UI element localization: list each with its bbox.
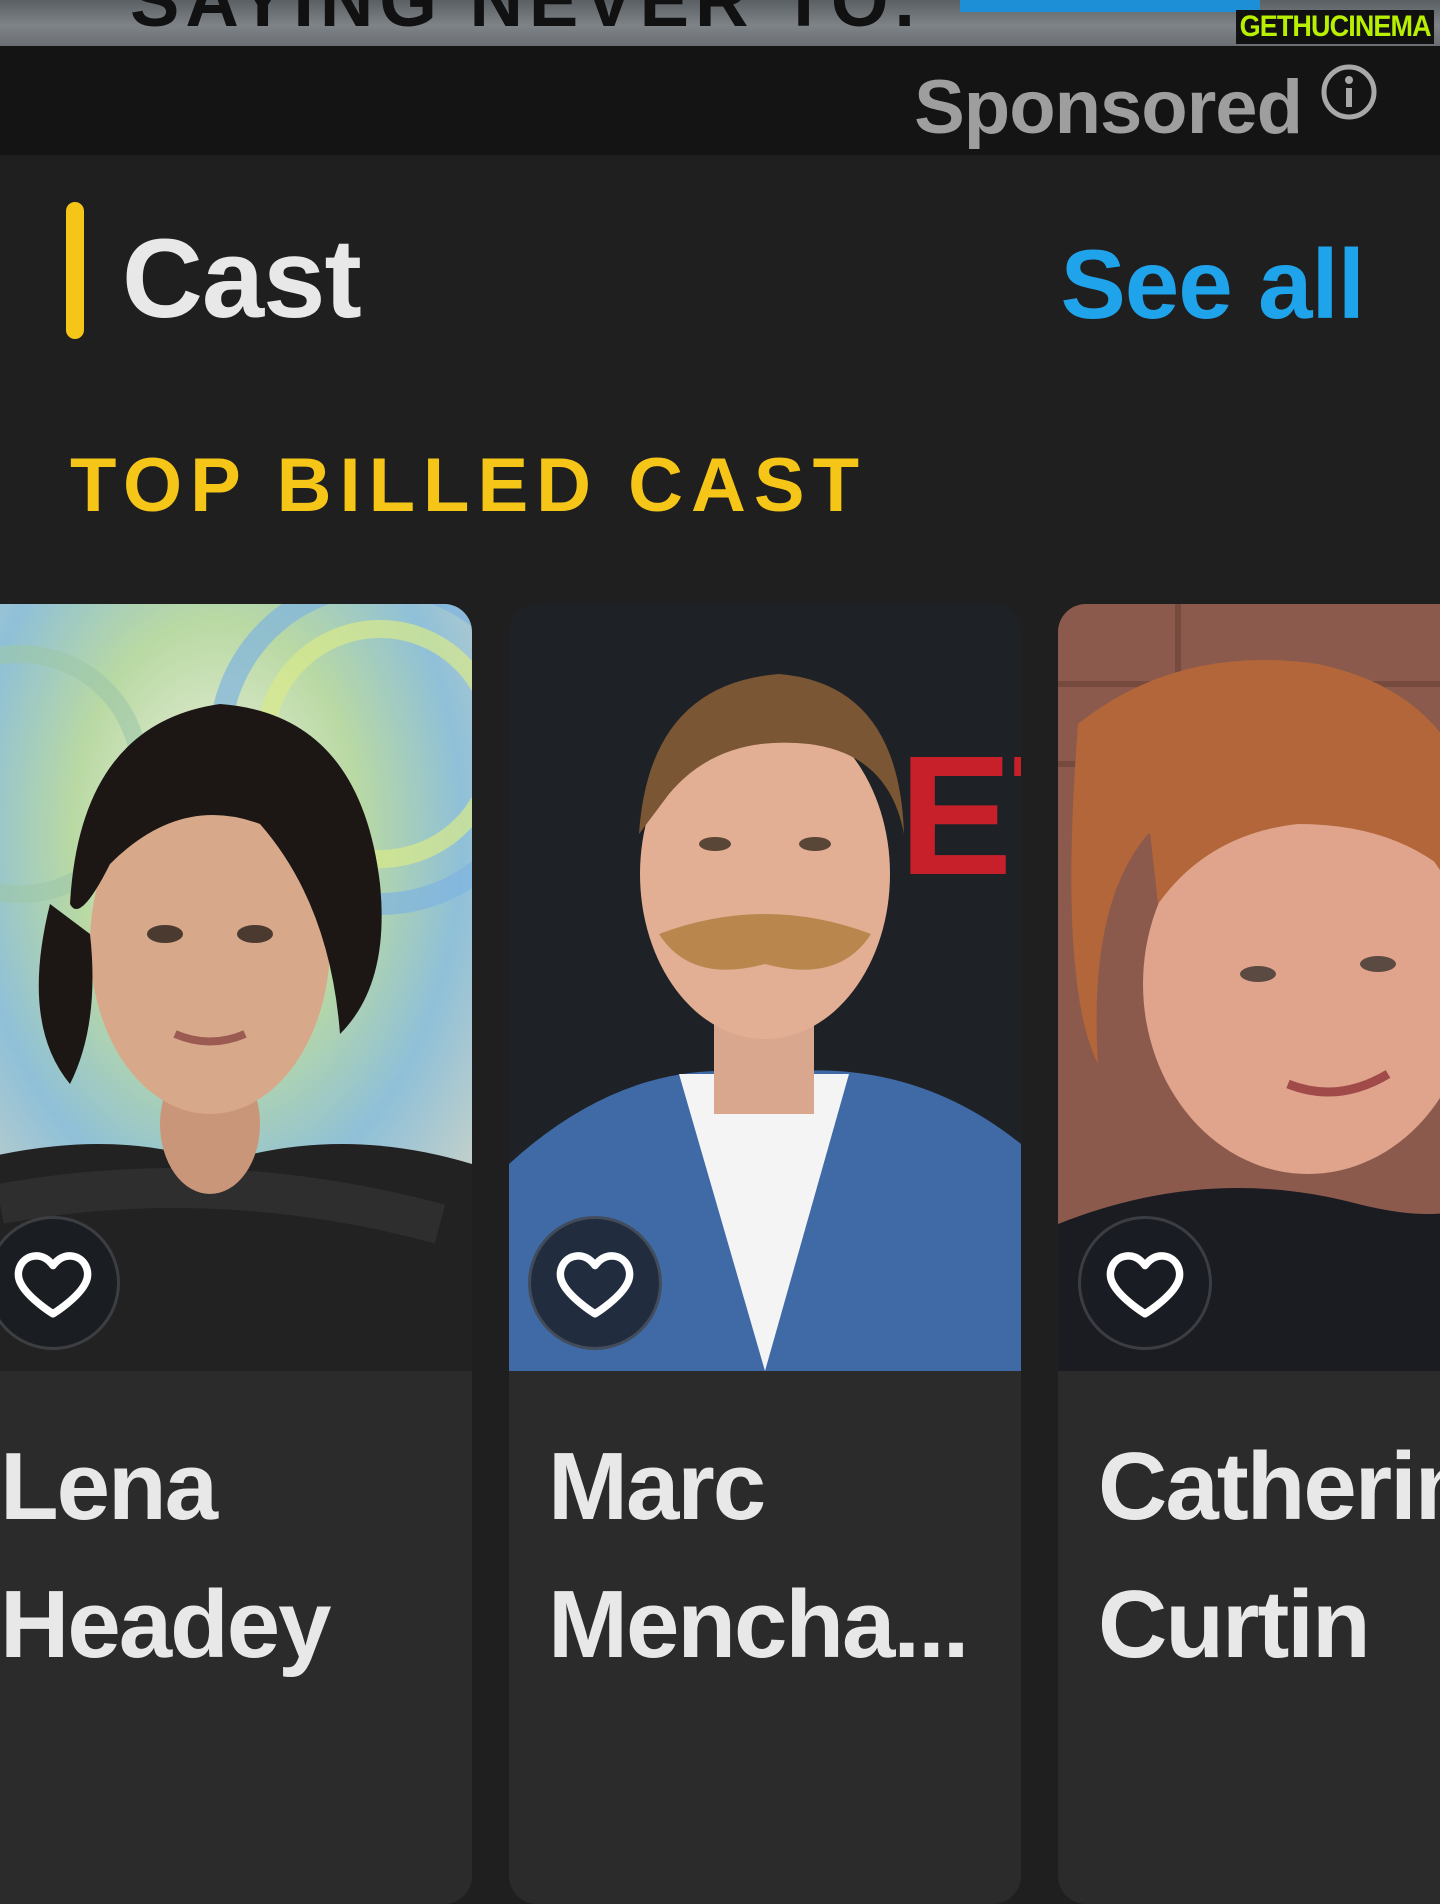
cast-name[interactable]: Lena Headey bbox=[0, 1418, 332, 1694]
cast-first-name: Marc bbox=[548, 1433, 766, 1540]
ad-banner-text: SAYING NEVER TO. bbox=[130, 0, 921, 42]
sponsored-label: Sponsored bbox=[914, 65, 1303, 150]
heart-outline-icon bbox=[556, 1252, 634, 1318]
info-icon[interactable] bbox=[1320, 63, 1378, 121]
favorite-button[interactable] bbox=[528, 1216, 662, 1350]
cast-last-name: Curtin bbox=[1098, 1571, 1371, 1678]
cast-last-name: Mencha... bbox=[548, 1571, 969, 1678]
cast-last-name: Headey bbox=[0, 1571, 332, 1678]
cast-card[interactable]: Lena Headey bbox=[0, 604, 472, 1904]
favorite-button[interactable] bbox=[1078, 1216, 1212, 1350]
svg-text:ET: ET bbox=[899, 721, 1021, 911]
section-accent-bar bbox=[66, 202, 84, 339]
cast-card[interactable]: ET Marc Mencha... bbox=[509, 604, 1021, 1904]
top-billed-cast-heading: TOP BILLED CAST bbox=[70, 443, 868, 528]
see-all-link[interactable]: See all bbox=[1060, 228, 1365, 341]
sponsored-bar: Sponsored bbox=[0, 46, 1440, 155]
cast-first-name: Lena bbox=[0, 1433, 218, 1540]
cast-name[interactable]: Marc Mencha... bbox=[548, 1418, 969, 1694]
heart-outline-icon bbox=[1106, 1252, 1184, 1318]
ad-banner-strip[interactable]: SAYING NEVER TO. GETHUCINEMA bbox=[0, 0, 1440, 46]
cast-name[interactable]: Catherin Curtin bbox=[1098, 1418, 1440, 1694]
cast-first-name: Catherin bbox=[1098, 1433, 1440, 1540]
heart-outline-icon bbox=[14, 1252, 92, 1318]
ad-banner-accent bbox=[960, 0, 1260, 12]
cast-card[interactable]: Catherin Curtin bbox=[1058, 604, 1440, 1904]
watermark-logo: GETHUCINEMA bbox=[1235, 10, 1434, 44]
section-title: Cast bbox=[122, 216, 362, 341]
